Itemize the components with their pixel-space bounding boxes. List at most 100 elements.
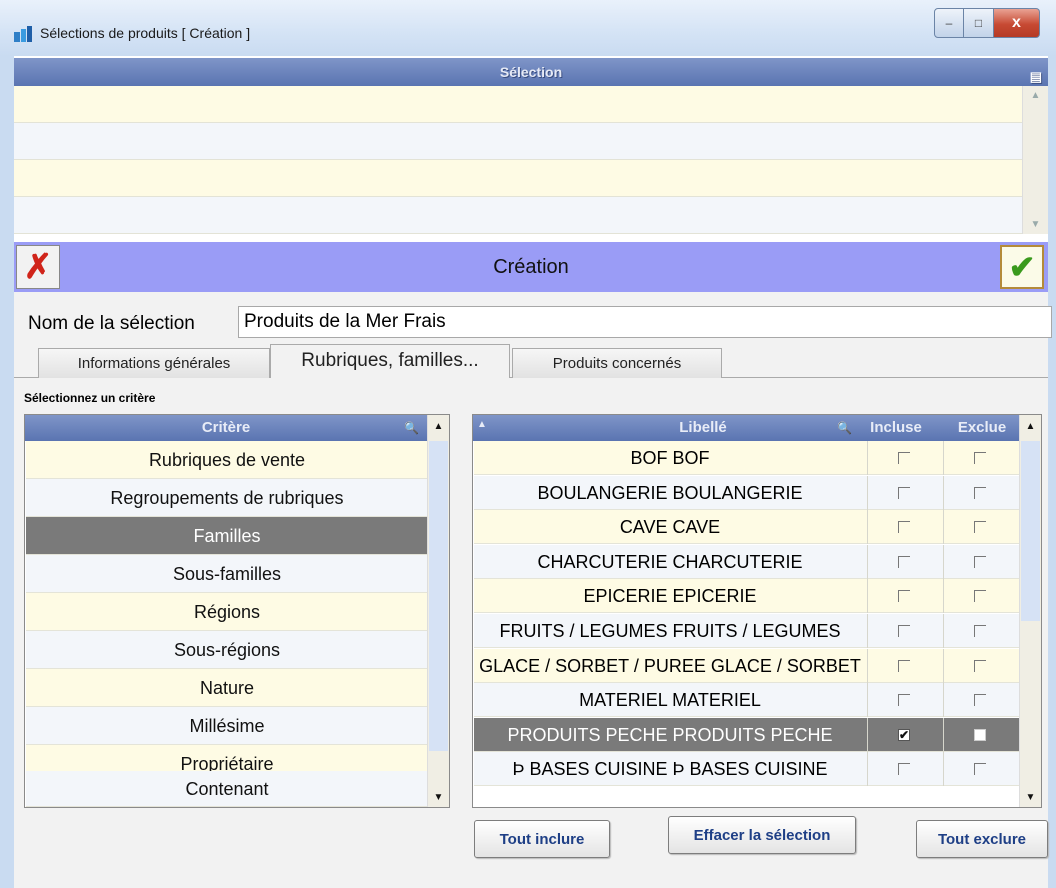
checkmark-icon: ✔	[1008, 249, 1036, 285]
table-row[interactable]: CHARCUTERIE CHARCUTERIE	[474, 544, 1020, 579]
include-checkbox[interactable]: ✔	[898, 728, 910, 741]
scroll-down-icon[interactable]: ▼	[1023, 219, 1048, 230]
scroll-thumb[interactable]	[429, 441, 448, 751]
column-separator	[867, 510, 868, 545]
column-separator	[943, 648, 944, 683]
exclude-checkbox[interactable]	[974, 763, 986, 776]
scroll-up-icon[interactable]: ▲	[1020, 421, 1041, 432]
criteria-item[interactable]: Familles	[26, 517, 428, 555]
table-row[interactable]	[14, 160, 1022, 197]
table-row[interactable]: BOF BOF	[474, 441, 1020, 475]
criteria-item[interactable]: Regroupements de rubriques	[26, 479, 428, 517]
criteria-item[interactable]: Nature	[26, 669, 428, 707]
criteria-item[interactable]: Régions	[26, 593, 428, 631]
search-icon[interactable]: 🔍	[404, 415, 419, 441]
exclude-all-button[interactable]: Tout exclure	[916, 820, 1048, 858]
minimize-icon: –	[945, 16, 953, 30]
close-button[interactable]: x	[994, 8, 1040, 38]
criteria-item[interactable]: Millésime	[26, 707, 428, 745]
scroll-down-icon[interactable]: ▼	[428, 792, 449, 803]
column-separator	[943, 510, 944, 545]
criteria-item[interactable]: Sous-familles	[26, 555, 428, 593]
column-header-exclue[interactable]: Exclue	[947, 415, 1017, 441]
family-label: FRUITS / LEGUMES FRUITS / LEGUMES	[499, 621, 841, 641]
tab-produits-concernes[interactable]: Produits concernés	[512, 348, 722, 378]
family-label: CAVE CAVE	[619, 517, 721, 538]
table-row[interactable]: MATERIEL MATERIEL	[474, 683, 1020, 718]
table-row[interactable]	[14, 123, 1022, 160]
family-label: PRODUITS PECHE PRODUITS PECHE	[507, 724, 833, 745]
column-separator	[867, 614, 868, 648]
include-checkbox[interactable]	[898, 521, 910, 534]
tab-label: Produits concernés	[552, 355, 682, 372]
table-row[interactable]: PRODUITS PECHE PRODUITS PECHE ✔	[474, 717, 1020, 752]
window-title: Sélections de produits [ Création ]	[40, 25, 251, 41]
family-label: MATERIEL MATERIEL	[579, 690, 761, 711]
column-separator	[943, 475, 944, 510]
table-row[interactable]: FRUITS / LEGUMES FRUITS / LEGUMES	[474, 614, 1020, 648]
exclude-checkbox[interactable]	[974, 694, 986, 707]
table-row[interactable]	[14, 197, 1022, 234]
cancel-button[interactable]: ✗	[16, 245, 60, 289]
exclude-checkbox[interactable]	[974, 486, 986, 499]
include-checkbox[interactable]	[898, 452, 910, 464]
include-checkbox[interactable]	[898, 486, 910, 499]
include-checkbox[interactable]	[898, 763, 910, 776]
clear-selection-button[interactable]: Effacer la sélection	[668, 816, 856, 854]
column-separator	[943, 544, 944, 579]
table-row[interactable]: Þ BASES CUISINE Þ BASES CUISINE	[474, 752, 1020, 787]
column-separator	[867, 544, 868, 579]
family-label: GLACE / SORBET / PUREE GLACE / SORBET	[479, 655, 861, 676]
criteria-list[interactable]: Critère 🔍 Rubriques de vente Regroupemen…	[24, 414, 450, 808]
scroll-thumb[interactable]	[1021, 441, 1040, 621]
exclude-checkbox[interactable]	[974, 452, 986, 464]
exclude-checkbox[interactable]	[974, 659, 986, 672]
maximize-button[interactable]: □	[964, 8, 994, 38]
selection-name-label: Nom de la sélection	[28, 313, 195, 334]
tab-informations-generales[interactable]: Informations générales	[38, 348, 270, 378]
include-checkbox[interactable]	[898, 555, 910, 568]
tab-rubriques-familles[interactable]: Rubriques, familles...	[270, 344, 510, 378]
table-row[interactable]: CAVE CAVE	[474, 510, 1020, 545]
exclude-checkbox[interactable]	[974, 590, 986, 603]
scroll-up-icon[interactable]: ▲	[428, 421, 449, 432]
sort-asc-icon[interactable]: ▲	[477, 412, 487, 438]
minimize-button[interactable]: –	[934, 8, 964, 38]
scroll-up-icon[interactable]: ▲	[1023, 90, 1048, 101]
maximize-icon: □	[974, 16, 983, 30]
include-checkbox[interactable]	[898, 694, 910, 707]
column-separator	[867, 683, 868, 718]
families-grid[interactable]: ▲ Libellé 🔍 Incluse Exclue BOF BOF BOULAN…	[472, 414, 1042, 808]
selection-name-input[interactable]	[238, 306, 1052, 338]
column-separator	[867, 475, 868, 510]
criteria-item[interactable]: Rubriques de vente	[26, 441, 428, 479]
table-row[interactable]: GLACE / SORBET / PUREE GLACE / SORBET	[474, 648, 1020, 683]
window-frame-left	[0, 56, 14, 888]
selection-table[interactable]	[14, 86, 1022, 234]
column-header-libelle[interactable]: Libellé	[623, 415, 783, 441]
column-header-incluse[interactable]: Incluse	[849, 415, 943, 441]
families-scrollbar[interactable]: ▲ ▼	[1019, 415, 1041, 807]
column-separator	[943, 752, 944, 787]
include-checkbox[interactable]	[898, 659, 910, 672]
exclude-checkbox[interactable]	[974, 555, 986, 568]
table-row[interactable]: EPICERIE EPICERIE	[474, 579, 1020, 614]
criteria-scrollbar[interactable]: ▲ ▼	[427, 415, 449, 807]
exclude-checkbox[interactable]	[974, 521, 986, 534]
criteria-column-header[interactable]: Critère 🔍	[25, 415, 427, 441]
exclude-checkbox[interactable]	[974, 625, 986, 637]
criteria-item[interactable]: Contenant	[26, 771, 428, 807]
include-checkbox[interactable]	[898, 625, 910, 637]
exclude-checkbox[interactable]	[974, 728, 986, 741]
column-separator	[943, 717, 944, 752]
table-row[interactable]	[14, 86, 1022, 123]
column-separator	[867, 752, 868, 787]
include-checkbox[interactable]	[898, 590, 910, 603]
app-icon	[14, 26, 32, 42]
validate-button[interactable]: ✔	[1000, 245, 1044, 289]
selection-table-scrollbar[interactable]: ▲ ▼	[1022, 86, 1048, 234]
scroll-down-icon[interactable]: ▼	[1020, 792, 1041, 803]
criteria-item[interactable]: Sous-régions	[26, 631, 428, 669]
include-all-button[interactable]: Tout inclure	[474, 820, 610, 858]
table-row[interactable]: BOULANGERIE BOULANGERIE	[474, 475, 1020, 510]
